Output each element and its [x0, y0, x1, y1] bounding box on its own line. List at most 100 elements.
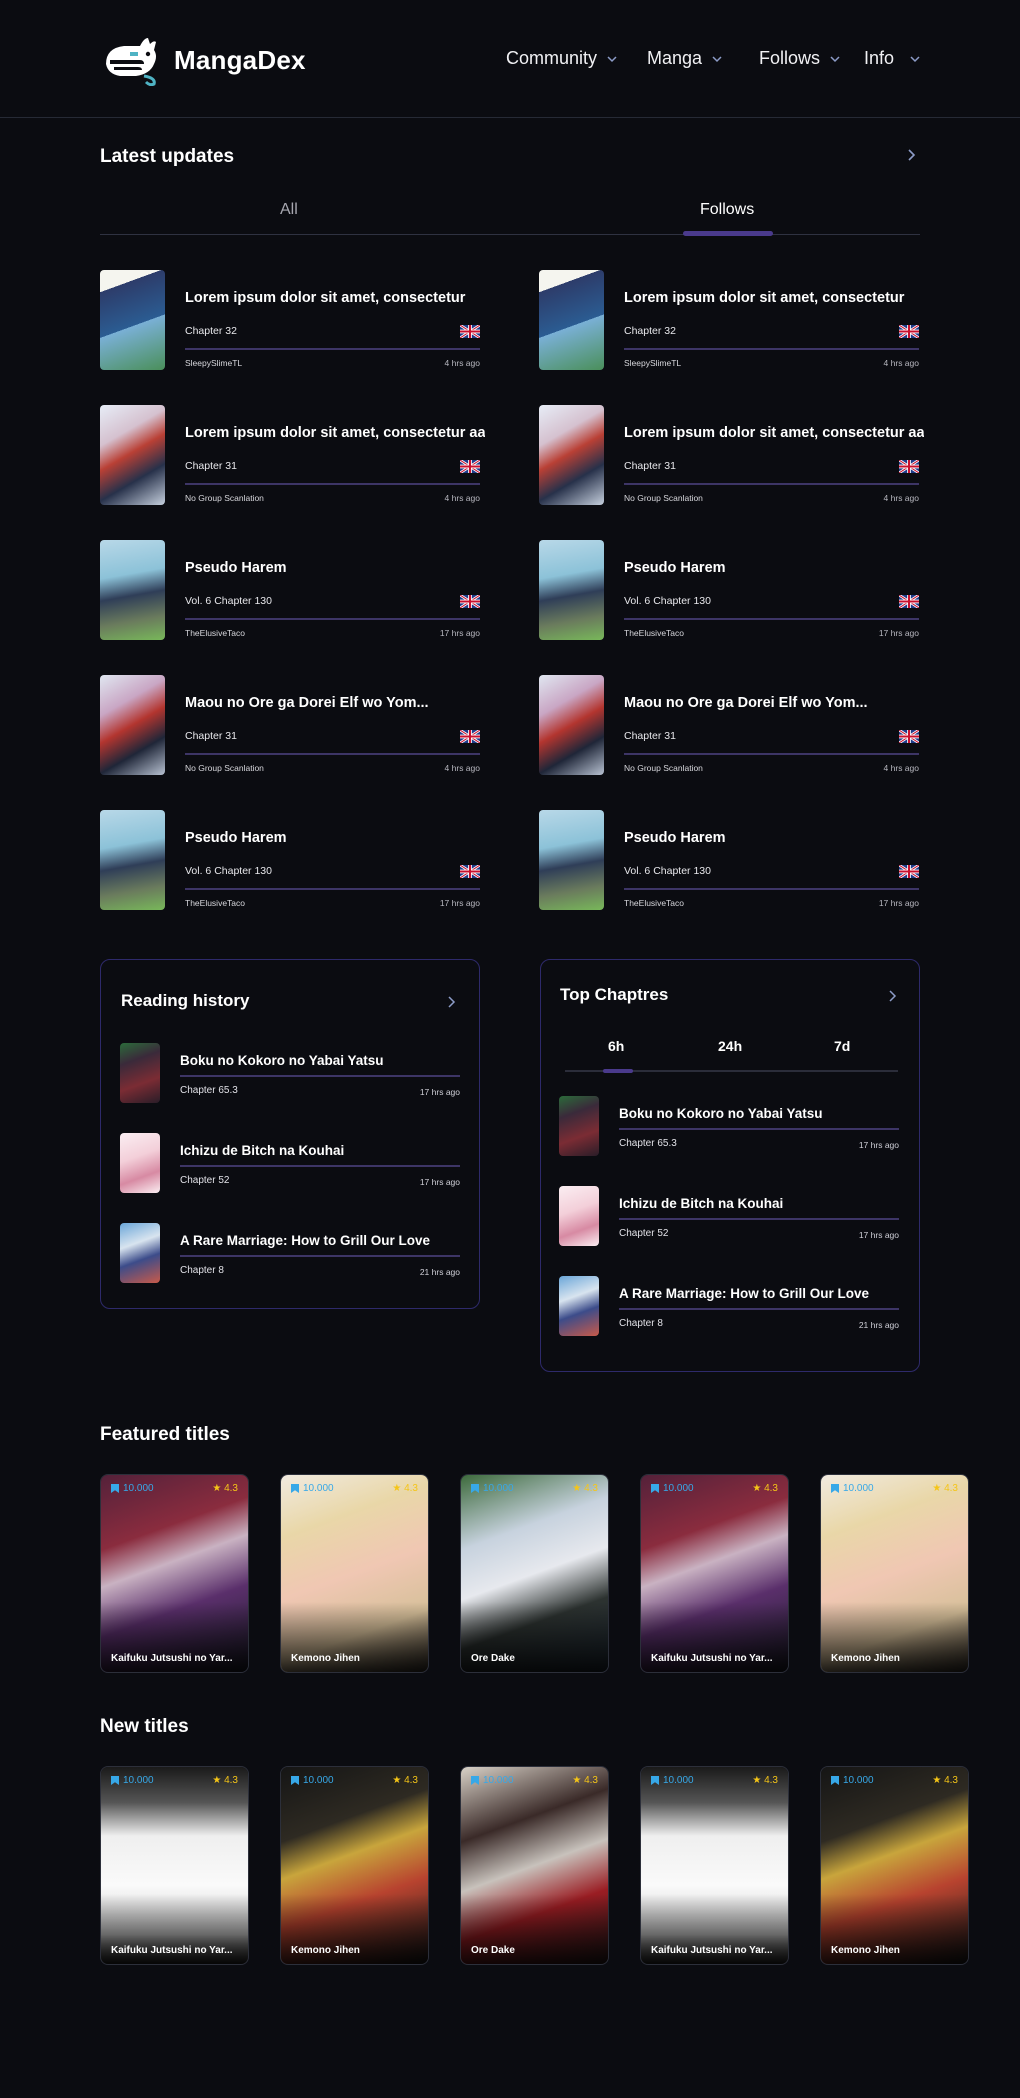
card-title[interactable]: Kemono Jihen — [831, 1945, 961, 1956]
manga-title[interactable]: Lorem ipsum dolor sit amet, consectetur … — [624, 425, 924, 441]
update-row[interactable]: Maou no Ore ga Dorei Elf wo Yom... Chapte… — [539, 675, 920, 775]
manga-title[interactable]: Pseudo Harem — [185, 560, 485, 576]
card-title[interactable]: Kemono Jihen — [291, 1945, 421, 1956]
chapter-label[interactable]: Chapter 52 — [180, 1175, 229, 1186]
chapter-label[interactable]: Chapter 31 — [624, 730, 676, 742]
tab-6h[interactable]: 6h — [608, 1038, 624, 1054]
cover-image[interactable] — [539, 405, 604, 505]
title-card[interactable]: 10.000 ★ 4.3 Kemono Jihen — [820, 1474, 969, 1673]
cover-image[interactable] — [100, 810, 165, 910]
manga-title[interactable]: Pseudo Harem — [624, 560, 924, 576]
cover-image[interactable] — [100, 405, 165, 505]
update-row[interactable]: Lorem ipsum dolor sit amet, consectetur C… — [100, 270, 481, 370]
manga-title[interactable]: Ichizu de Bitch na Kouhai — [180, 1143, 344, 1158]
card-title[interactable]: Ore Dake — [471, 1945, 601, 1956]
cover-image[interactable] — [559, 1276, 599, 1336]
manga-title[interactable]: Lorem ipsum dolor sit amet, consectetur — [624, 290, 924, 306]
card-title[interactable]: Ore Dake — [471, 1653, 601, 1664]
manga-title[interactable]: Maou no Ore ga Dorei Elf wo Yom... — [624, 695, 924, 711]
chapter-label[interactable]: Vol. 6 Chapter 130 — [185, 595, 272, 607]
cover-image[interactable] — [539, 270, 604, 370]
logo[interactable]: MangaDex — [100, 34, 306, 86]
chapter-label[interactable]: Chapter 31 — [185, 730, 237, 742]
manga-title[interactable]: Maou no Ore ga Dorei Elf wo Yom... — [185, 695, 485, 711]
cover-image[interactable] — [539, 675, 604, 775]
manga-title[interactable]: Boku no Kokoro no Yabai Yatsu — [619, 1106, 823, 1121]
manga-title[interactable]: Pseudo Harem — [185, 830, 485, 846]
cover-image[interactable] — [539, 540, 604, 640]
scanlation-group[interactable]: No Group Scanlation — [185, 763, 264, 773]
cover-image[interactable] — [120, 1223, 160, 1283]
cover-image[interactable] — [100, 675, 165, 775]
cover-image[interactable] — [100, 540, 165, 640]
card-title[interactable]: Kemono Jihen — [291, 1653, 421, 1664]
history-item[interactable]: A Rare Marriage: How to Grill Our Love Ch… — [120, 1223, 460, 1283]
scanlation-group[interactable]: TheElusiveTaco — [624, 898, 684, 908]
chapter-label[interactable]: Chapter 8 — [180, 1265, 224, 1276]
scanlation-group[interactable]: TheElusiveTaco — [185, 898, 245, 908]
update-row[interactable]: Lorem ipsum dolor sit amet, consectetur … — [100, 405, 485, 505]
title-card[interactable]: 10.000 ★ 4.3 Ore Dake — [460, 1766, 609, 1965]
top-chapter-item[interactable]: Ichizu de Bitch na Kouhai Chapter 52 17 hr… — [559, 1186, 899, 1246]
title-card[interactable]: 10.000 ★ 4.3 Kaifuku Jutsushi no Yar... — [640, 1474, 789, 1673]
scanlation-group[interactable]: TheElusiveTaco — [624, 628, 684, 638]
chapter-label[interactable]: Vol. 6 Chapter 130 — [624, 865, 711, 877]
nav-manga[interactable]: Manga — [647, 48, 722, 69]
manga-title[interactable]: Lorem ipsum dolor sit amet, consectetur — [185, 290, 485, 306]
top-chapter-item[interactable]: A Rare Marriage: How to Grill Our Love Ch… — [559, 1276, 899, 1336]
chapter-label[interactable]: Chapter 65.3 — [619, 1138, 677, 1149]
chapter-label[interactable]: Chapter 52 — [619, 1228, 668, 1239]
nav-info[interactable]: Info — [864, 48, 920, 69]
chapter-label[interactable]: Chapter 32 — [185, 325, 237, 337]
manga-title[interactable]: Pseudo Harem — [624, 830, 924, 846]
history-item[interactable]: Ichizu de Bitch na Kouhai Chapter 52 17 hr… — [120, 1133, 460, 1193]
tab-follows[interactable]: Follows — [700, 201, 754, 219]
card-title[interactable]: Kaifuku Jutsushi no Yar... — [651, 1653, 781, 1664]
scanlation-group[interactable]: SleepySlimeTL — [624, 358, 681, 368]
card-title[interactable]: Kemono Jihen — [831, 1653, 961, 1664]
tab-7d[interactable]: 7d — [834, 1038, 850, 1054]
cover-image[interactable] — [120, 1133, 160, 1193]
title-card[interactable]: 10.000 ★ 4.3 Kemono Jihen — [280, 1766, 429, 1965]
manga-title[interactable]: A Rare Marriage: How to Grill Our Love — [619, 1286, 869, 1301]
update-row[interactable]: Pseudo Harem Vol. 6 Chapter 130 TheElusive… — [100, 540, 481, 640]
scanlation-group[interactable]: SleepySlimeTL — [185, 358, 242, 368]
cover-image[interactable] — [120, 1043, 160, 1103]
manga-title[interactable]: Boku no Kokoro no Yabai Yatsu — [180, 1053, 384, 1068]
chapter-label[interactable]: Vol. 6 Chapter 130 — [624, 595, 711, 607]
cover-image[interactable] — [100, 270, 165, 370]
scanlation-group[interactable]: No Group Scanlation — [624, 493, 703, 503]
card-title[interactable]: Kaifuku Jutsushi no Yar... — [111, 1945, 241, 1956]
tab-all[interactable]: All — [280, 201, 298, 219]
card-title[interactable]: Kaifuku Jutsushi no Yar... — [651, 1945, 781, 1956]
chapter-label[interactable]: Chapter 31 — [185, 460, 237, 472]
chapter-label[interactable]: Chapter 32 — [624, 325, 676, 337]
history-item[interactable]: Boku no Kokoro no Yabai Yatsu Chapter 65.… — [120, 1043, 460, 1103]
manga-title[interactable]: Lorem ipsum dolor sit amet, consectetur … — [185, 425, 485, 441]
update-row[interactable]: Pseudo Harem Vol. 6 Chapter 130 TheElusive… — [539, 810, 920, 910]
cover-image[interactable] — [539, 810, 604, 910]
cover-image[interactable] — [559, 1186, 599, 1246]
card-title[interactable]: Kaifuku Jutsushi no Yar... — [111, 1653, 241, 1664]
title-card[interactable]: 10.000 ★ 4.3 Kaifuku Jutsushi no Yar... — [100, 1766, 249, 1965]
update-row[interactable]: Maou no Ore ga Dorei Elf wo Yom... Chapte… — [100, 675, 481, 775]
scanlation-group[interactable]: No Group Scanlation — [624, 763, 703, 773]
manga-title[interactable]: Ichizu de Bitch na Kouhai — [619, 1196, 783, 1211]
nav-follows[interactable]: Follows — [759, 48, 840, 69]
update-row[interactable]: Pseudo Harem Vol. 6 Chapter 130 TheElusive… — [539, 540, 920, 640]
update-row[interactable]: Lorem ipsum dolor sit amet, consectetur C… — [539, 270, 920, 370]
title-card[interactable]: 10.000 ★ 4.3 Kaifuku Jutsushi no Yar... — [100, 1474, 249, 1673]
cover-image[interactable] — [559, 1096, 599, 1156]
title-card[interactable]: 10.000 ★ 4.3 Kemono Jihen — [280, 1474, 429, 1673]
title-card[interactable]: 10.000 ★ 4.3 Kemono Jihen — [820, 1766, 969, 1965]
chapter-label[interactable]: Vol. 6 Chapter 130 — [185, 865, 272, 877]
top-chapter-item[interactable]: Boku no Kokoro no Yabai Yatsu Chapter 65.… — [559, 1096, 899, 1156]
chevron-right-icon[interactable] — [887, 989, 899, 1002]
chapter-label[interactable]: Chapter 8 — [619, 1318, 663, 1329]
title-card[interactable]: 10.000 ★ 4.3 Ore Dake — [460, 1474, 609, 1673]
scanlation-group[interactable]: TheElusiveTaco — [185, 628, 245, 638]
scanlation-group[interactable]: No Group Scanlation — [185, 493, 264, 503]
tab-24h[interactable]: 24h — [718, 1038, 742, 1054]
manga-title[interactable]: A Rare Marriage: How to Grill Our Love — [180, 1233, 430, 1248]
update-row[interactable]: Pseudo Harem Vol. 6 Chapter 130 TheElusive… — [100, 810, 481, 910]
